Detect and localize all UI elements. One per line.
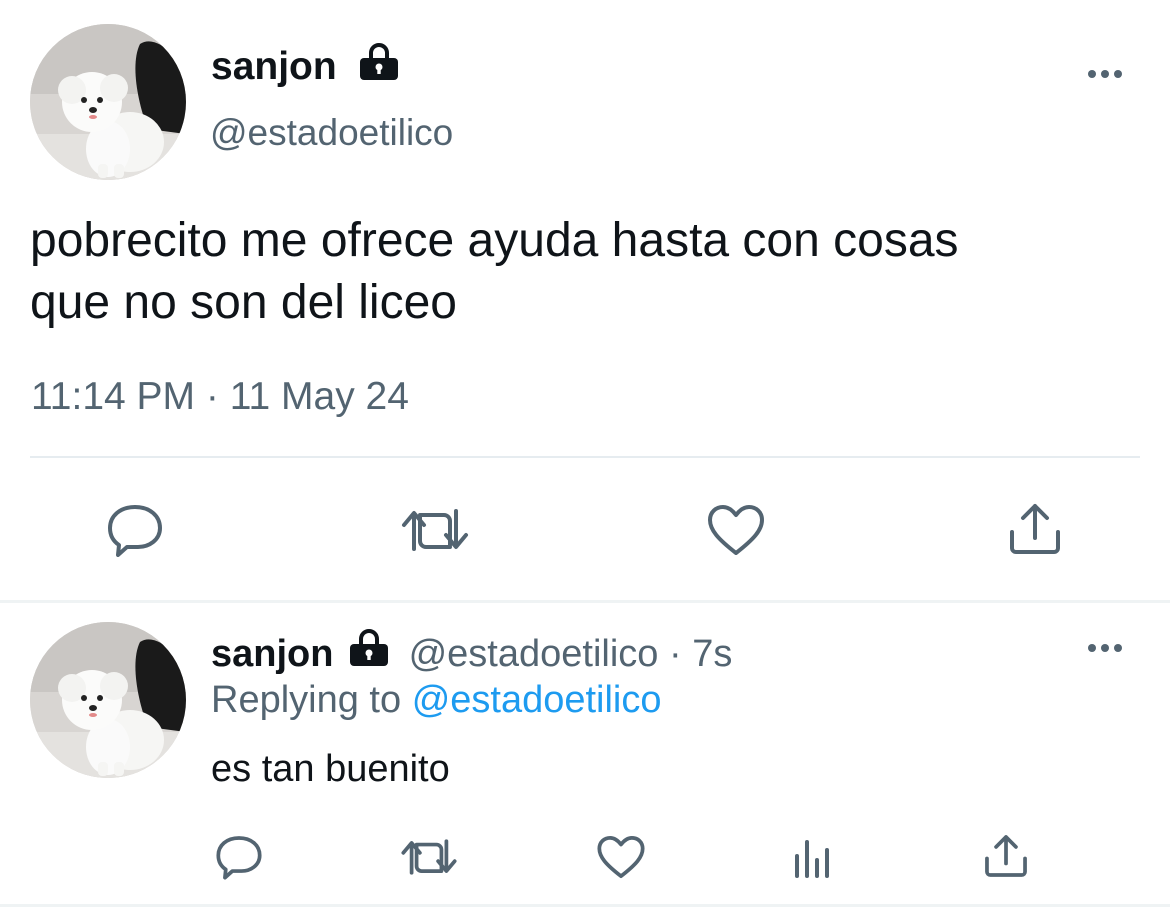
tweet-text-line: que no son del liceo [30, 276, 457, 329]
like-icon[interactable] [596, 834, 646, 880]
replying-to: Replying to @estadoetilico [211, 677, 662, 723]
dog-avatar-image [30, 24, 186, 180]
avatar[interactable] [30, 622, 186, 778]
replying-prefix: Replying to [211, 679, 402, 721]
section-divider [0, 600, 1170, 603]
retweet-icon[interactable] [400, 836, 458, 878]
lock-icon [348, 628, 390, 668]
share-icon[interactable] [982, 832, 1030, 880]
replying-handle-link[interactable]: @estadoetilico [412, 679, 662, 721]
reply-header: sanjon @estadoetilico · 7s [211, 628, 732, 677]
avatar[interactable] [30, 24, 186, 180]
more-icon[interactable] [1088, 70, 1122, 78]
like-icon[interactable] [706, 503, 766, 557]
divider [30, 456, 1140, 458]
reply-text: es tan buenito [211, 748, 450, 790]
display-name[interactable]: sanjon [211, 633, 333, 675]
reply-icon[interactable] [215, 834, 263, 880]
lock-icon [358, 42, 400, 87]
user-handle[interactable]: @estadoetilico [210, 110, 453, 156]
user-handle[interactable]: @estadoetilico [409, 633, 659, 675]
more-icon[interactable] [1088, 644, 1122, 652]
separator-dot: · [668, 633, 682, 675]
tweet-timestamp[interactable]: 11:14 PM · 11 May 24 [31, 374, 409, 420]
dog-avatar-image [30, 622, 186, 778]
tweet-text: pobrecito me ofrece ayuda hasta con cosa… [30, 210, 959, 334]
display-name[interactable]: sanjon [211, 43, 337, 91]
retweet-icon[interactable] [400, 505, 470, 555]
tweet-text-line: pobrecito me ofrece ayuda hasta con cosa… [30, 214, 959, 267]
share-icon[interactable] [1006, 500, 1064, 558]
analytics-icon[interactable] [792, 836, 834, 880]
time-ago[interactable]: 7s [692, 633, 732, 675]
section-divider [0, 904, 1170, 907]
reply-icon[interactable] [106, 503, 164, 557]
